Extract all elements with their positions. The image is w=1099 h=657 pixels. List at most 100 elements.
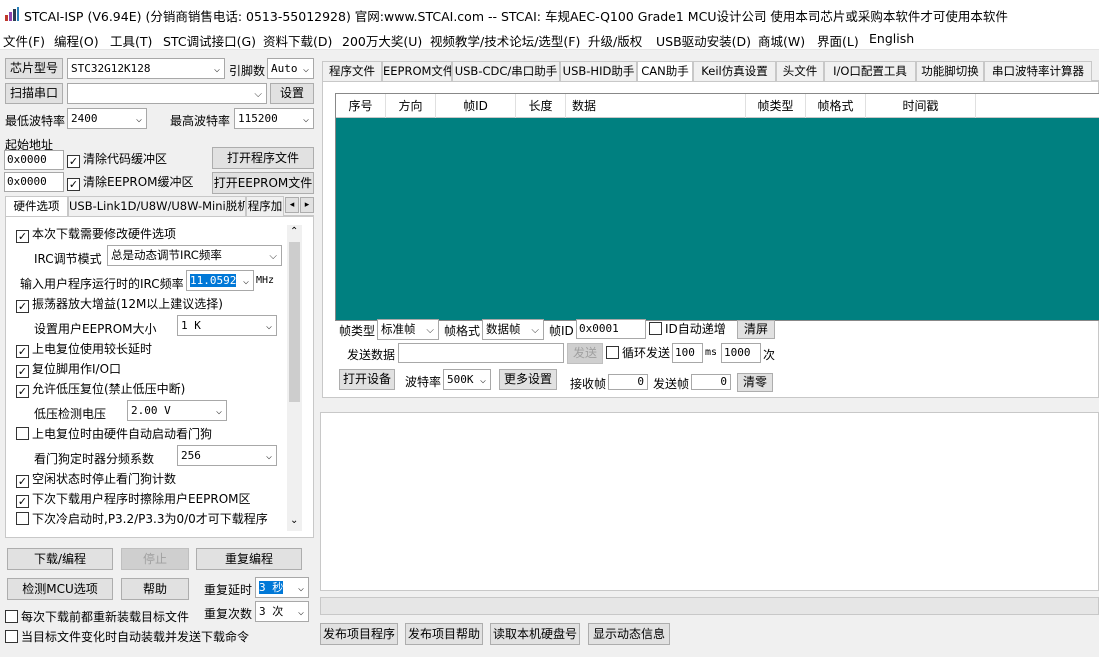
loop-interval-input[interactable]: 100 (672, 343, 703, 363)
menu-program[interactable]: 编程(O) (54, 31, 99, 50)
menu-english[interactable]: English (869, 31, 914, 46)
por-delay-checkbox[interactable]: ✓ 上电复位使用较长延时 (16, 342, 152, 358)
column-frame-type[interactable]: 帧类型 (746, 94, 806, 118)
repeat-count-select[interactable]: 3 次 ⌵ (255, 601, 309, 622)
column-timestamp[interactable]: 时间戳 (866, 94, 976, 118)
tab-keil-debug[interactable]: Keil仿真设置 (693, 61, 776, 81)
menu-upgrade[interactable]: 升级/版权 (588, 31, 642, 50)
help-button[interactable]: 帮助 (121, 578, 189, 600)
max-baud-select[interactable]: 115200 ⌵ (234, 108, 314, 129)
download-program-button[interactable]: 下载/编程 (7, 548, 113, 570)
menu-interface[interactable]: 界面(L) (817, 31, 859, 50)
eeprom-size-select[interactable]: 1 K ⌵ (177, 315, 277, 336)
column-length[interactable]: 长度 (516, 94, 566, 118)
pins-select[interactable]: Auto ⌵ (267, 58, 314, 79)
tab-io-config[interactable]: I/O口配置工具 (824, 61, 916, 81)
publish-project-help-button[interactable]: 发布项目帮助 (405, 623, 483, 645)
tab-scroll-left-icon[interactable]: ◂ (285, 197, 299, 213)
low-voltage-reset-checkbox[interactable]: ✓ 允许低压复位(禁止低压中断) (16, 382, 185, 398)
scrollbar-thumb[interactable] (289, 242, 300, 402)
column-data[interactable]: 数据 (566, 94, 746, 118)
erase-eeprom-checkbox[interactable]: ✓ 下次下载用户程序时擦除用户EEPROM区 (16, 492, 251, 508)
chevron-down-icon[interactable]: ⌄ (290, 515, 298, 526)
modify-hw-options-checkbox[interactable]: ✓ 本次下载需要修改硬件选项 (16, 227, 176, 243)
min-baud-select[interactable]: 2400 ⌵ (67, 108, 147, 129)
tab-can-assistant[interactable]: CAN助手 (637, 61, 693, 82)
more-settings-button[interactable]: 更多设置 (499, 369, 557, 390)
tab-usb-cdc[interactable]: USB-CDC/串口助手 (452, 61, 560, 81)
wdt-hw-start-checkbox[interactable]: 上电复位时由硬件自动启动看门狗 (16, 427, 212, 441)
id-auto-increment-checkbox[interactable]: ID自动递增 (649, 322, 726, 336)
chevron-down-icon: ⌵ (254, 89, 262, 100)
irc-mode-select[interactable]: 总是动态调节IRC频率 ⌵ (107, 245, 282, 266)
settings-button[interactable]: 设置 (270, 83, 314, 104)
loop-send-checkbox[interactable]: 循环发送 (606, 346, 670, 360)
wdt-idle-stop-checkbox[interactable]: ✓ 空闲状态时停止看门狗计数 (16, 472, 176, 488)
can-frame-table[interactable]: 序号 方向 帧ID 长度 数据 帧类型 帧格式 时间戳 (335, 93, 1099, 321)
menu-download[interactable]: 资料下载(D) (263, 31, 332, 50)
menu-prize[interactable]: 200万大奖(U) (342, 31, 422, 50)
repeat-delay-value: 3 秒 (259, 581, 284, 594)
chevron-up-icon[interactable]: ⌃ (290, 226, 298, 237)
tab-usb-link-offline[interactable]: USB-Link1D/U8W/U8W-Mini脱机 (68, 196, 246, 216)
tab-program-file[interactable]: 程序文件 (322, 61, 382, 81)
loop-count-input[interactable]: 1000 (721, 343, 761, 363)
menu-usb-driver[interactable]: USB驱动安装(D) (656, 31, 751, 50)
lvd-select[interactable]: 2.00 V ⌵ (127, 400, 227, 421)
auto-reload-checkbox[interactable]: 当目标文件变化时自动装载并发送下载命令 (5, 630, 249, 644)
reset-counters-button[interactable]: 清零 (737, 373, 773, 392)
osc-gain-checkbox[interactable]: ✓ 振荡器放大增益(12M以上建议选择) (16, 297, 223, 313)
menu-tools[interactable]: 工具(T) (110, 31, 152, 50)
options-scrollbar[interactable]: ⌃ ⌄ (287, 225, 302, 531)
tab-header-file[interactable]: 头文件 (776, 61, 824, 81)
tab-hardware-options[interactable]: 硬件选项 (5, 196, 68, 217)
sent-frames-value: 0 (691, 374, 731, 390)
column-frame-format[interactable]: 帧格式 (806, 94, 866, 118)
frame-type-select[interactable]: 标准帧 ⌵ (377, 319, 439, 340)
read-disk-id-button[interactable]: 读取本机硬盘号 (490, 623, 580, 645)
menu-shop[interactable]: 商城(W) (758, 31, 805, 50)
show-dynamic-info-button[interactable]: 显示动态信息 (588, 623, 670, 645)
tab-scroll-right-icon[interactable]: ▸ (300, 197, 314, 213)
output-log-area[interactable] (320, 412, 1099, 591)
open-device-button[interactable]: 打开设备 (339, 369, 395, 390)
column-index[interactable]: 序号 (336, 94, 386, 118)
tab-eeprom-file[interactable]: EEPROM文件 (382, 61, 452, 81)
menu-video[interactable]: 视频教学/技术论坛/选型(F) (430, 31, 580, 50)
tab-baud-calculator[interactable]: 串口波特率计算器 (984, 61, 1092, 81)
menu-bar: 文件(F) 编程(O) 工具(T) STC调试接口(G) 资料下载(D) 200… (0, 28, 1099, 50)
frame-format-select[interactable]: 数据帧 ⌵ (482, 319, 544, 340)
can-baud-select[interactable]: 500K ⌵ (443, 369, 491, 390)
open-eeprom-file-button[interactable]: 打开EEPROM文件 (212, 172, 314, 194)
publish-project-program-button[interactable]: 发布项目程序 (320, 623, 398, 645)
frame-id-input[interactable]: 0x0001 (576, 319, 646, 339)
stop-button[interactable]: 停止 (121, 548, 189, 570)
menu-debug[interactable]: STC调试接口(G) (163, 31, 256, 50)
clear-screen-button[interactable]: 清屏 (737, 320, 775, 339)
tab-program-encrypt[interactable]: 程序加 (246, 196, 284, 216)
open-program-file-button[interactable]: 打开程序文件 (212, 147, 314, 169)
scan-port-button[interactable]: 扫描串口 (5, 83, 63, 104)
menu-file[interactable]: 文件(F) (3, 31, 45, 50)
tab-pin-switch[interactable]: 功能脚切换 (916, 61, 984, 81)
column-frame-id[interactable]: 帧ID (436, 94, 516, 118)
tab-usb-hid[interactable]: USB-HID助手 (560, 61, 637, 81)
wdt-divider-select[interactable]: 256 ⌵ (177, 445, 277, 466)
send-button[interactable]: 发送 (567, 343, 603, 364)
detect-mcu-button[interactable]: 检测MCU选项 (7, 578, 113, 600)
reset-pin-io-checkbox[interactable]: ✓ 复位脚用作I/O口 (16, 362, 121, 378)
repeat-delay-select[interactable]: 3 秒 ⌵ (255, 577, 309, 598)
clear-eeprom-buffer-checkbox[interactable]: ✓ 清除EEPROM缓冲区 (67, 175, 194, 191)
chip-type-select[interactable]: STC32G12K128 ⌵ (67, 58, 225, 79)
send-data-input[interactable] (398, 343, 564, 363)
port-select[interactable]: ⌵ (67, 83, 267, 104)
irc-freq-select[interactable]: 11.0592 ⌵ (186, 270, 254, 291)
eeprom-start-address-input[interactable]: 0x0000 (4, 172, 64, 192)
reload-before-download-checkbox[interactable]: 每次下载前都重新装载目标文件 (5, 610, 189, 624)
chip-type-button[interactable]: 芯片型号 (5, 58, 63, 79)
clear-code-buffer-checkbox[interactable]: ✓ 清除代码缓冲区 (67, 152, 167, 168)
code-start-address-input[interactable]: 0x0000 (4, 150, 64, 170)
cold-boot-checkbox[interactable]: 下次冷启动时,P3.2/P3.3为0/0才可下载程序 (16, 512, 268, 526)
repeat-program-button[interactable]: 重复编程 (196, 548, 302, 570)
column-direction[interactable]: 方向 (386, 94, 436, 118)
